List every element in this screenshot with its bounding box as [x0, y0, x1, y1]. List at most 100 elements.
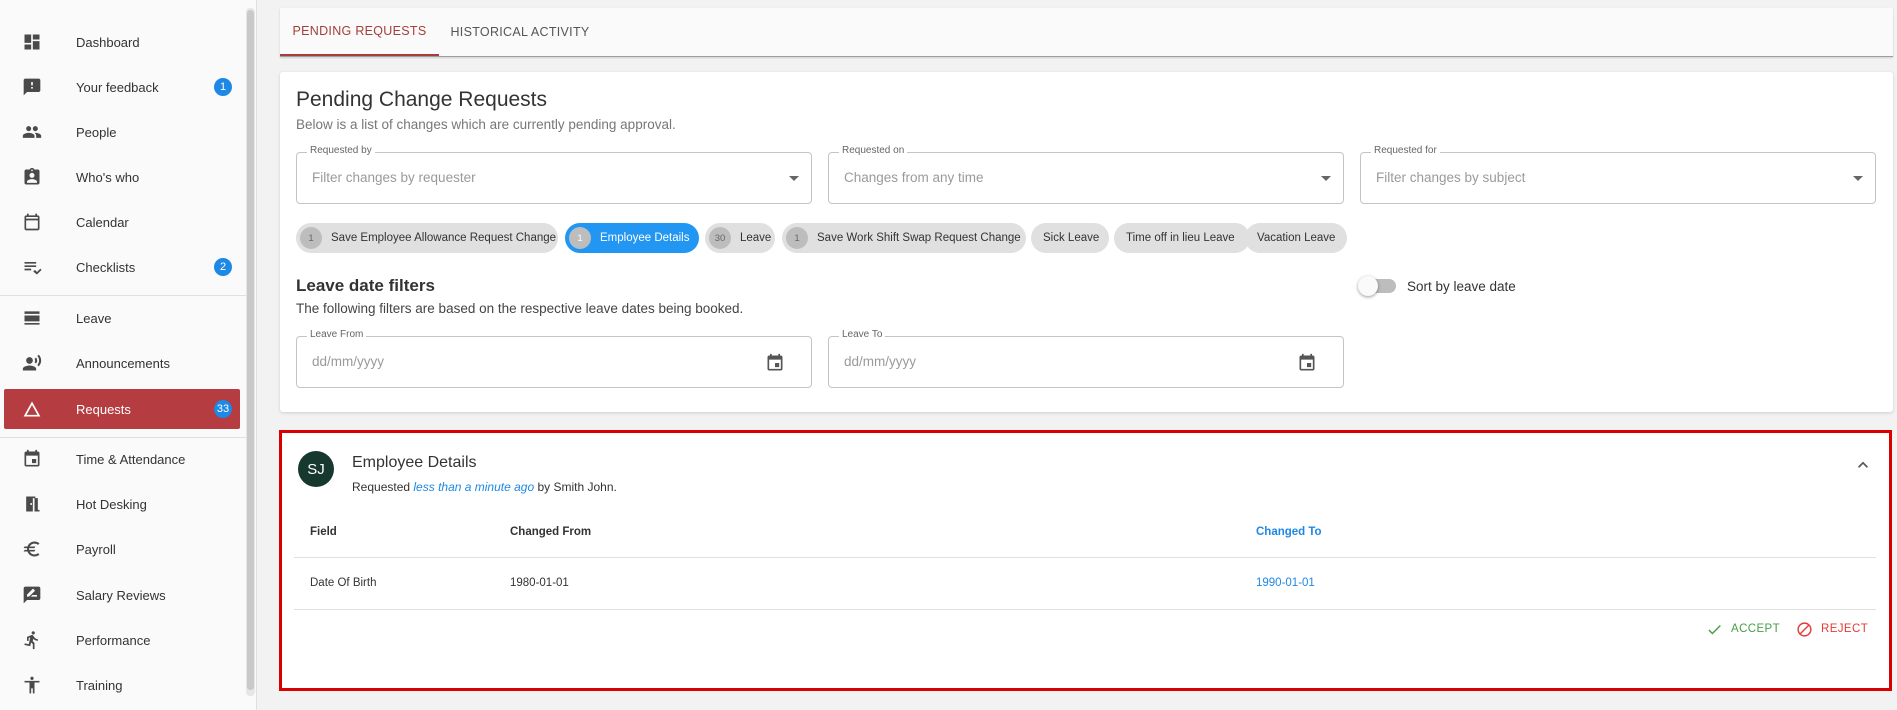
- accept-button[interactable]: ACCEPT: [1706, 609, 1780, 649]
- checklists-count-badge: 2: [214, 258, 232, 276]
- sidebar: Dashboard Your feedback 1 People Who's w…: [0, 0, 257, 710]
- requested-by-label: Requested by: [307, 145, 375, 156]
- filters-card: Pending Change Requests Below is a list …: [280, 72, 1893, 412]
- change-request-card: SJ Employee Details Requested less than …: [279, 430, 1892, 691]
- sidebar-item-dashboard[interactable]: Dashboard: [4, 22, 240, 62]
- sidebar-item-label: Performance: [76, 632, 151, 648]
- filter-chip-work-shift-swap[interactable]: 1 Save Work Shift Swap Request Change: [782, 223, 1026, 253]
- reject-label: REJECT: [1821, 623, 1869, 635]
- leave-to-input[interactable]: Leave To dd/mm/yyyy: [828, 329, 1344, 388]
- chip-label: Save Work Shift Swap Request Change: [817, 232, 1021, 244]
- requested-by-placeholder: Filter changes by requester: [312, 170, 476, 185]
- chip-label: Save Employee Allowance Request Change: [331, 232, 557, 244]
- sidebar-item-label: Training: [76, 677, 123, 693]
- sidebar-item-whos-who[interactable]: Who's who: [4, 157, 240, 197]
- feedback-icon: [20, 75, 44, 99]
- leave-to-label: Leave To: [839, 329, 886, 340]
- requested-for-label: Requested for: [1371, 145, 1440, 156]
- filter-chip-sick-leave[interactable]: Sick Leave: [1031, 223, 1109, 253]
- chip-label: Vacation Leave: [1257, 232, 1336, 244]
- sidebar-item-hot-desking[interactable]: Hot Desking: [4, 484, 240, 524]
- sidebar-item-payroll[interactable]: Payroll: [4, 529, 240, 569]
- sidebar-item-label: Your feedback: [76, 79, 159, 95]
- leave-filters-subtitle: The following filters are based on the r…: [296, 301, 744, 316]
- door-icon: [20, 492, 44, 516]
- leave-icon: [20, 306, 44, 330]
- chip-count: 1: [300, 227, 322, 249]
- people-icon: [20, 120, 44, 144]
- warning-triangle-icon: [20, 397, 44, 421]
- rate-review-icon: [20, 583, 44, 607]
- sidebar-item-time-attendance[interactable]: Time & Attendance: [4, 439, 240, 479]
- requested-on-select[interactable]: Requested on Changes from any time: [828, 145, 1344, 204]
- calendar-icon: [20, 210, 44, 234]
- event-icon: [20, 447, 44, 471]
- column-changed-to: Changed To: [1256, 526, 1322, 538]
- filter-chip-employee-details[interactable]: 1 Employee Details: [565, 223, 699, 253]
- check-icon: [1708, 624, 1721, 634]
- block-icon: [1797, 621, 1812, 637]
- reject-button[interactable]: REJECT: [1796, 609, 1868, 649]
- avatar: SJ: [298, 451, 334, 487]
- sidebar-item-performance[interactable]: Performance: [4, 620, 240, 660]
- requested-on-label: Requested on: [839, 145, 908, 156]
- filter-chip-leave[interactable]: 30 Leave: [705, 223, 775, 253]
- accessibility-icon: [20, 673, 44, 697]
- sidebar-item-checklists[interactable]: Checklists 2: [4, 247, 240, 287]
- sidebar-divider: [0, 295, 246, 296]
- sidebar-item-training[interactable]: Training: [4, 665, 240, 705]
- requested-on-placeholder: Changes from any time: [844, 170, 984, 185]
- requested-for-select[interactable]: Requested for Filter changes by subject: [1360, 145, 1876, 204]
- toggle-knob: [1358, 276, 1378, 296]
- announcement-icon: [20, 351, 44, 375]
- cell-changed-to: 1990-01-01: [1256, 577, 1315, 589]
- chip-count: 1: [786, 227, 808, 249]
- requested-by-text: by Smith John.: [537, 480, 617, 494]
- table-header: Field Changed From Changed To: [294, 507, 1876, 558]
- sort-by-leave-date-label: Sort by leave date: [1407, 279, 1516, 294]
- sidebar-item-label: Checklists: [76, 259, 136, 275]
- request-tabs: PENDING REQUESTS HISTORICAL ACTIVITY: [280, 8, 1893, 57]
- calendar-picker-icon[interactable]: [1297, 353, 1317, 373]
- sidebar-item-leave[interactable]: Leave: [4, 298, 240, 338]
- leave-from-input[interactable]: Leave From dd/mm/yyyy: [296, 329, 812, 388]
- sidebar-item-announcements[interactable]: Announcements: [4, 343, 240, 383]
- requested-prefix: Requested: [352, 480, 411, 494]
- sidebar-item-label: People: [76, 124, 117, 140]
- feedback-count-badge: 1: [214, 78, 232, 96]
- column-changed-from: Changed From: [510, 526, 592, 538]
- leave-from-placeholder: dd/mm/yyyy: [312, 354, 385, 369]
- sort-by-leave-date-toggle[interactable]: [1358, 276, 1396, 296]
- sidebar-item-label: Announcements: [76, 355, 170, 371]
- collapse-chevron-up-icon[interactable]: [1853, 455, 1873, 475]
- tab-pending-requests[interactable]: PENDING REQUESTS: [280, 8, 439, 56]
- filter-chip-employee-allowance[interactable]: 1 Save Employee Allowance Request Change: [296, 223, 558, 253]
- dashboard-icon: [20, 30, 44, 54]
- calendar-picker-icon[interactable]: [765, 353, 785, 373]
- chip-label: Sick Leave: [1043, 232, 1100, 244]
- running-icon: [20, 628, 44, 652]
- checklist-icon: [20, 255, 44, 279]
- cell-changed-from: 1980-01-01: [510, 577, 569, 589]
- sidebar-item-people[interactable]: People: [4, 112, 240, 152]
- leave-filters-title: Leave date filters: [296, 276, 435, 295]
- sidebar-item-label: Hot Desking: [76, 496, 147, 512]
- tab-historical-activity[interactable]: HISTORICAL ACTIVITY: [439, 8, 601, 56]
- table-row: Date Of Birth 1980-01-01 1990-01-01: [294, 557, 1876, 610]
- sidebar-item-label: Dashboard: [76, 34, 140, 50]
- column-field: Field: [310, 526, 337, 538]
- euro-icon: [20, 537, 44, 561]
- requested-time-link[interactable]: less than a minute ago: [413, 480, 534, 494]
- chip-count: 30: [709, 227, 731, 249]
- filter-chip-vacation-leave[interactable]: Vacation Leave: [1245, 223, 1347, 253]
- sidebar-item-requests[interactable]: Requests 33: [4, 389, 240, 429]
- filter-chip-time-off-in-lieu[interactable]: Time off in lieu Leave: [1114, 223, 1250, 253]
- request-title: Employee Details: [352, 454, 477, 471]
- chip-label: Leave: [740, 232, 772, 244]
- page-title: Pending Change Requests: [296, 88, 548, 111]
- requested-by-select[interactable]: Requested by Filter changes by requester: [296, 145, 812, 204]
- sidebar-scrollbar-thumb[interactable]: [247, 10, 254, 690]
- sidebar-item-your-feedback[interactable]: Your feedback 1: [4, 67, 240, 107]
- sidebar-item-calendar[interactable]: Calendar: [4, 202, 240, 242]
- sidebar-item-salary-reviews[interactable]: Salary Reviews: [4, 575, 240, 615]
